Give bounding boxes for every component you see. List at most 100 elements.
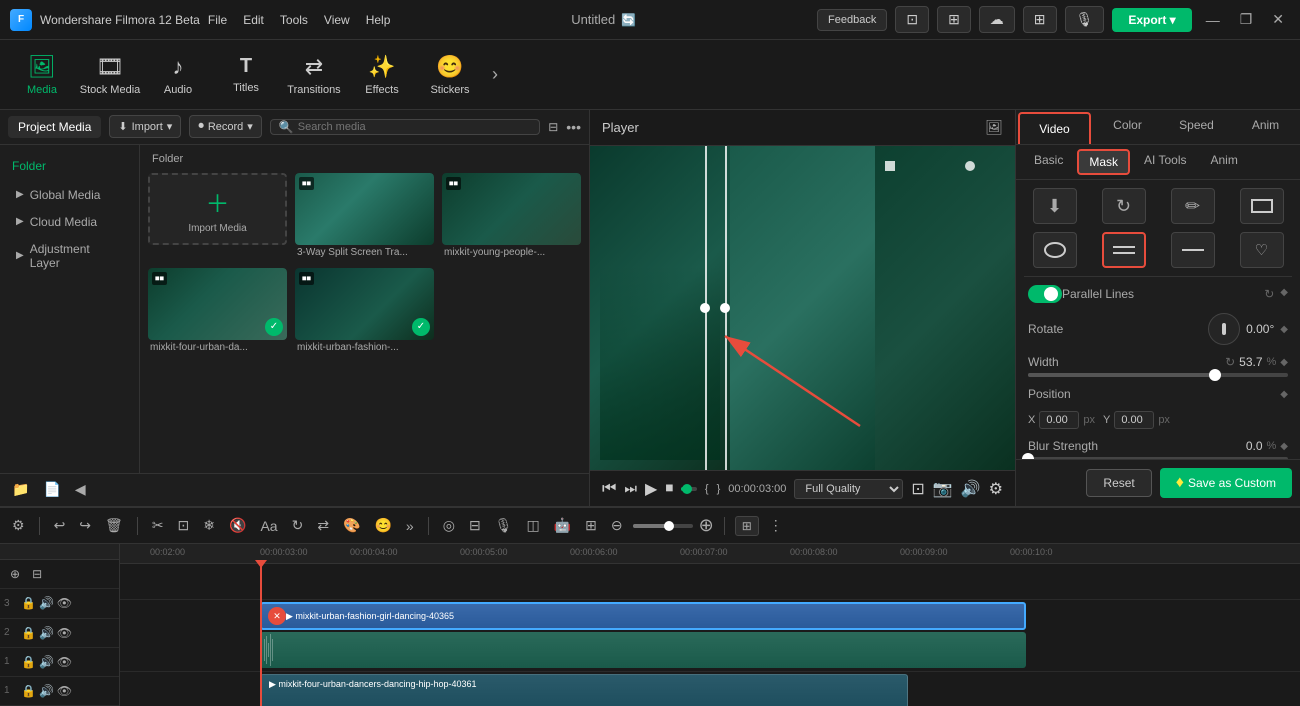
- reset-icon[interactable]: ↻: [1264, 287, 1274, 301]
- tab-anim[interactable]: Anim: [1231, 110, 1300, 144]
- tl-mic-btn[interactable]: 🎙: [491, 515, 517, 536]
- track-eye-a1[interactable]: 👁: [57, 684, 72, 698]
- position-keyframe-icon[interactable]: ◆: [1280, 389, 1288, 400]
- new-folder-button[interactable]: 📁: [8, 479, 33, 500]
- clip-v1[interactable]: ▶ mixkit-four-urban-dancers-dancing-hip-…: [260, 674, 908, 706]
- rotate-keyframe-icon[interactable]: ◆: [1280, 324, 1288, 335]
- tl-overflow-btn[interactable]: ⋮: [765, 515, 787, 536]
- cloud-icon[interactable]: ☁: [979, 6, 1015, 33]
- menu-view[interactable]: View: [324, 13, 350, 27]
- tab-color[interactable]: Color: [1093, 110, 1162, 144]
- track-add-icon[interactable]: ⊕: [6, 565, 24, 583]
- toolbar-stock-media[interactable]: 🎞 Stock Media: [78, 45, 142, 105]
- play-button[interactable]: ▶: [645, 479, 657, 499]
- menu-file[interactable]: File: [208, 13, 227, 27]
- sidebar-item-global[interactable]: ▶ Global Media: [4, 182, 135, 208]
- tl-text-btn[interactable]: Aa: [256, 516, 281, 536]
- fullscreen-icon[interactable]: ⊡: [911, 479, 924, 499]
- mask-top-handle[interactable]: [885, 161, 895, 171]
- track-audio-v2[interactable]: 🔊: [39, 626, 54, 640]
- width-slider-thumb[interactable]: [1209, 369, 1221, 381]
- sub-tab-anim-sub[interactable]: Anim: [1200, 149, 1247, 175]
- layout-icon-2[interactable]: ⊞: [937, 6, 971, 33]
- close-button[interactable]: ✕: [1266, 11, 1290, 28]
- track-collapse-icon[interactable]: ⊟: [28, 565, 46, 583]
- tl-split-btn[interactable]: ◎: [439, 515, 459, 536]
- feedback-button[interactable]: Feedback: [817, 9, 887, 31]
- tl-redo-btn[interactable]: ↪: [75, 515, 95, 536]
- tl-crop-btn[interactable]: ⊡: [174, 515, 194, 536]
- mask-shape-pen[interactable]: ✏: [1171, 188, 1215, 224]
- import-button[interactable]: ⬇ Import ▾: [109, 115, 181, 138]
- toolbar-effects[interactable]: ✨ Effects: [350, 45, 414, 105]
- tl-add-track-btn[interactable]: ⊕: [699, 515, 714, 536]
- track-lock-v3[interactable]: 🔒: [21, 596, 36, 610]
- menu-tools[interactable]: Tools: [280, 13, 308, 27]
- track-audio-v1[interactable]: 🔊: [39, 655, 54, 669]
- minimize-button[interactable]: —: [1200, 12, 1226, 28]
- restore-button[interactable]: ❐: [1234, 11, 1259, 28]
- mask-handle-right[interactable]: [720, 303, 730, 313]
- media-item-3[interactable]: ⏹⏹ ✓ mixkit-four-urban-da...: [148, 268, 287, 355]
- new-item-button[interactable]: 📄: [39, 479, 64, 500]
- settings-icon[interactable]: ⚙: [989, 479, 1003, 499]
- tl-clip-btn[interactable]: ⊟: [465, 515, 485, 536]
- track-audio-a1[interactable]: 🔊: [39, 684, 54, 698]
- player-image-icon[interactable]: 🖼: [985, 119, 1003, 136]
- tl-delete-btn[interactable]: 🗑: [101, 515, 127, 536]
- import-media-thumb[interactable]: ＋ Import Media: [148, 173, 287, 245]
- toolbar-stickers[interactable]: 😊 Stickers: [418, 45, 482, 105]
- mask-shape-parallel[interactable]: [1102, 232, 1146, 268]
- search-input[interactable]: [298, 121, 531, 133]
- tl-freeze-btn[interactable]: ❄: [199, 515, 219, 536]
- keyframe-icon[interactable]: ◆: [1280, 287, 1288, 301]
- track-lane-v2[interactable]: ✕ ▶ mixkit-urban-fashion-girl-dancing-40…: [120, 600, 1300, 672]
- track-audio-v3[interactable]: 🔊: [39, 596, 54, 610]
- track-lane-v3[interactable]: [120, 564, 1300, 600]
- track-lock-v2[interactable]: 🔒: [21, 626, 36, 640]
- export-button[interactable]: Export ▾: [1112, 8, 1191, 32]
- mark-in[interactable]: {: [705, 483, 709, 495]
- mask-handle-left[interactable]: [700, 303, 710, 313]
- track-eye-v3[interactable]: 👁: [57, 596, 72, 610]
- toolbar-transitions[interactable]: ⇄ Transitions: [282, 45, 346, 105]
- step-back-button[interactable]: ⏭: [624, 480, 637, 497]
- grid-icon[interactable]: ⊞: [1023, 6, 1057, 33]
- mask-top-handle-2[interactable]: [965, 161, 975, 171]
- quality-select[interactable]: Full Quality Half Quality Quarter Qualit…: [794, 479, 903, 499]
- mic-icon[interactable]: 🎙: [1065, 6, 1105, 33]
- reset-button[interactable]: Reset: [1086, 469, 1151, 497]
- toolbar-titles[interactable]: T Titles: [214, 45, 278, 105]
- progress-bar[interactable]: [681, 487, 697, 491]
- track-lane-v1[interactable]: ▶ mixkit-four-urban-dancers-dancing-hip-…: [120, 672, 1300, 706]
- track-eye-v2[interactable]: 👁: [57, 626, 72, 640]
- toolbar-more-button[interactable]: ›: [486, 64, 504, 85]
- parallel-lines-toggle[interactable]: [1028, 285, 1062, 303]
- mask-shape-oval[interactable]: [1033, 232, 1077, 268]
- mask-shape-heart[interactable]: ♡: [1240, 232, 1284, 268]
- tl-stabilize-btn[interactable]: ⊞: [581, 515, 601, 536]
- menu-edit[interactable]: Edit: [243, 13, 264, 27]
- blur-slider-track[interactable]: [1028, 457, 1288, 459]
- tl-color-btn[interactable]: 🎨: [339, 515, 364, 536]
- tl-grid-view-btn[interactable]: ⊞: [735, 516, 759, 536]
- tl-minus-btn[interactable]: ⊖: [607, 515, 627, 536]
- screenshot-icon[interactable]: 📷: [933, 479, 953, 499]
- search-box[interactable]: 🔍: [270, 119, 540, 135]
- tl-snap-btn[interactable]: ◫: [522, 515, 543, 536]
- mask-shape-rectangle[interactable]: [1240, 188, 1284, 224]
- filter-icon[interactable]: ⊟: [548, 120, 558, 134]
- width-keyframe-icon[interactable]: ◆: [1280, 357, 1288, 368]
- width-slider-track[interactable]: [1028, 373, 1288, 377]
- track-lock-v1[interactable]: 🔒: [21, 655, 36, 669]
- sub-tab-ai[interactable]: AI Tools: [1134, 149, 1196, 175]
- y-value[interactable]: 0.00: [1114, 411, 1154, 429]
- audio-icon[interactable]: 🔊: [961, 479, 981, 499]
- width-reset-icon[interactable]: ↻: [1225, 355, 1235, 369]
- blur-keyframe-icon[interactable]: ◆: [1280, 441, 1288, 452]
- rotate-dial[interactable]: [1208, 313, 1240, 345]
- mask-shape-rotate[interactable]: ↻: [1102, 188, 1146, 224]
- tl-ai-btn[interactable]: 🤖: [550, 515, 575, 536]
- menu-help[interactable]: Help: [366, 13, 391, 27]
- tl-settings-btn[interactable]: ⚙: [8, 515, 29, 536]
